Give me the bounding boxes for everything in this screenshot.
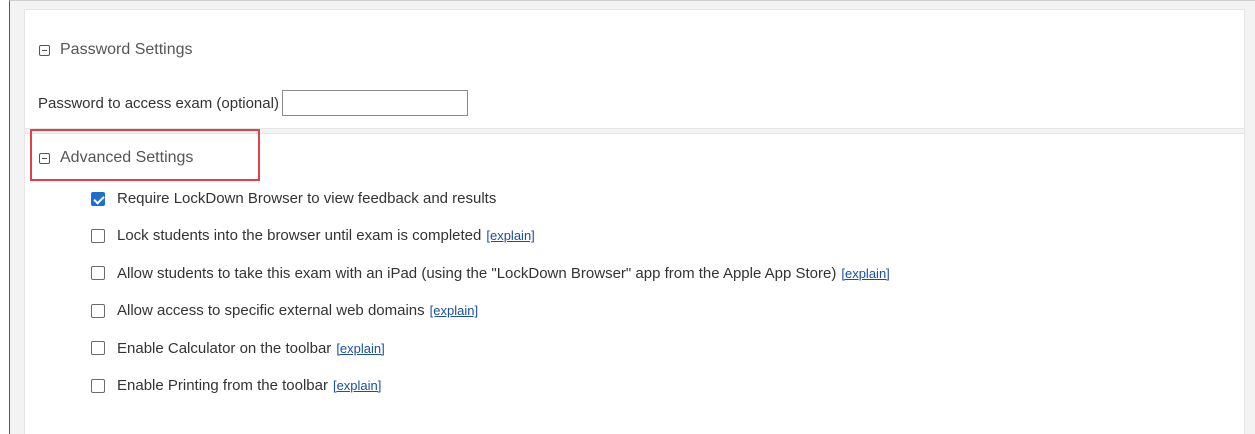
- highlight-annotation-box: [30, 129, 260, 181]
- option-row: Lock students into the browser until exa…: [91, 227, 535, 244]
- password-settings-title: Password Settings: [60, 41, 193, 58]
- option-label: Enable Printing from the toolbar: [117, 377, 328, 394]
- exam-settings-panel: Password Settings Password to access exa…: [9, 0, 1255, 434]
- option-label: Allow access to specific external web do…: [117, 302, 425, 320]
- option-row: Allow access to specific external web do…: [91, 302, 478, 319]
- checkbox[interactable]: [91, 228, 105, 243]
- checkbox[interactable]: [91, 341, 105, 356]
- password-input[interactable]: [281, 90, 468, 116]
- checkbox[interactable]: [91, 378, 105, 393]
- password-row: Password to access exam (optional): [38, 90, 468, 116]
- password-settings-header[interactable]: Password Settings: [39, 41, 193, 59]
- explain-link[interactable]: [explain]: [841, 266, 889, 281]
- explain-link[interactable]: [explain]: [486, 228, 534, 243]
- option-label: Lock students into the browser until exa…: [117, 227, 482, 245]
- checkbox-checked[interactable]: [91, 191, 105, 206]
- explain-link[interactable]: [explain]: [333, 378, 381, 393]
- option-label: Allow students to take this exam with an…: [117, 264, 837, 282]
- checkbox[interactable]: [91, 266, 105, 281]
- option-row: Require LockDown Browser to view feedbac…: [91, 190, 496, 207]
- option-row: Allow students to take this exam with an…: [91, 265, 890, 282]
- option-row: Enable Printing from the toolbar [explain…: [91, 377, 381, 394]
- checkbox[interactable]: [91, 303, 105, 318]
- settings-content: Password Settings Password to access exa…: [24, 9, 1245, 434]
- password-field-label: Password to access exam (optional): [38, 94, 279, 112]
- explain-link[interactable]: [explain]: [430, 303, 478, 318]
- option-label: Enable Calculator on the toolbar: [117, 339, 332, 357]
- option-label: Require LockDown Browser to view feedbac…: [117, 190, 497, 207]
- explain-link[interactable]: [explain]: [336, 341, 384, 356]
- collapse-icon[interactable]: [39, 44, 50, 56]
- option-row: Enable Calculator on the toolbar [explain…: [91, 340, 385, 357]
